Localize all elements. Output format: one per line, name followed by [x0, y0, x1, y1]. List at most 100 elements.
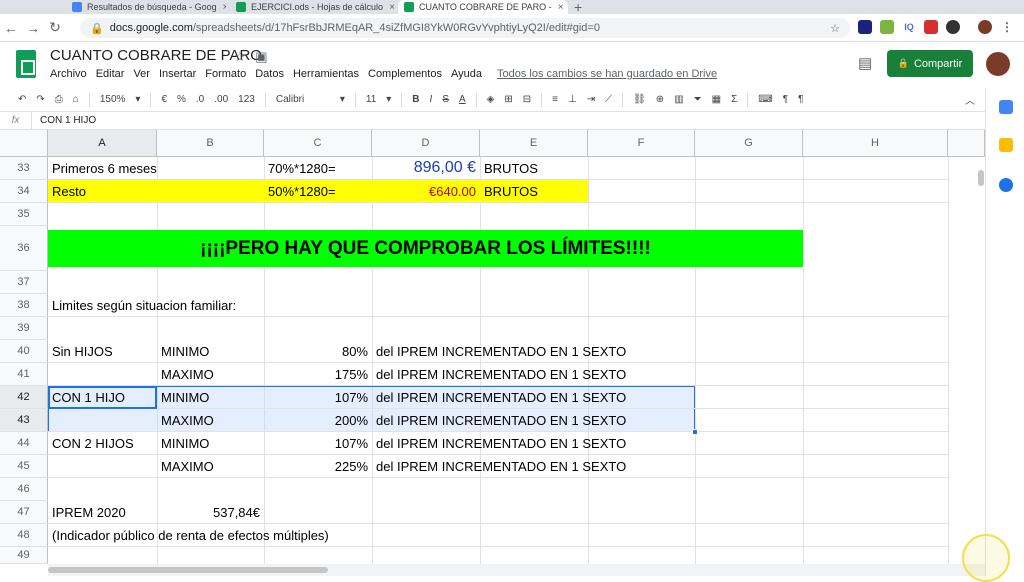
extension-icon[interactable]	[924, 20, 938, 34]
extension-icon[interactable]	[858, 20, 872, 34]
number-format-select[interactable]: 123	[238, 94, 255, 105]
tasks-icon[interactable]	[999, 178, 1013, 192]
row-header[interactable]: 35	[0, 203, 48, 226]
cell-a38[interactable]: Limites según situacion familiar:	[48, 294, 348, 316]
cell-b44[interactable]: MINIMO	[157, 432, 264, 454]
cell-c45[interactable]: 225%	[264, 455, 372, 477]
column-header-d[interactable]: D	[372, 130, 480, 157]
vertical-scrollbar[interactable]	[978, 170, 984, 186]
row-header[interactable]: 45	[0, 455, 48, 478]
text-rotate-icon[interactable]: ⟋	[605, 94, 612, 105]
merge-cells-icon[interactable]: ⊟	[523, 94, 531, 105]
fill-color-icon[interactable]: ◈	[487, 94, 495, 105]
align-horizontal-icon[interactable]: ≡	[552, 94, 558, 105]
rtl-icon[interactable]: ¶	[798, 94, 803, 105]
extension-icon[interactable]	[946, 20, 960, 34]
cell-d45[interactable]: del IPREM INCREMENTADO EN 1 SEXTO	[372, 455, 692, 477]
browser-tab-ejercici[interactable]: EJERCICI.ods - Hojas de cálculo ×	[230, 0, 394, 14]
row-header[interactable]: 38	[0, 294, 48, 317]
cell-c44[interactable]: 107%	[264, 432, 372, 454]
row-header[interactable]: 36	[0, 226, 48, 271]
column-header-g[interactable]: G	[695, 130, 803, 157]
cell-b43[interactable]: MAXIMO	[157, 409, 264, 431]
increase-decimal-button[interactable]: .00	[214, 94, 228, 105]
text-color-button[interactable]: A	[459, 94, 466, 105]
keep-icon[interactable]	[999, 138, 1013, 152]
doc-title[interactable]: CUANTO COBRARE DE PARO	[50, 47, 262, 64]
cell-b47[interactable]: 537,84€	[157, 501, 264, 523]
cell-a48[interactable]: (Indicador público de renta de efectos m…	[48, 524, 448, 546]
menu-herramientas[interactable]: Herramientas	[293, 68, 359, 80]
new-tab-button[interactable]: +	[574, 0, 582, 15]
row-header[interactable]: 44	[0, 432, 48, 455]
column-header-a[interactable]: A	[48, 130, 157, 157]
row-header[interactable]: 42	[0, 386, 48, 409]
star-icon[interactable]: ☆	[234, 49, 246, 64]
cell-a44[interactable]: CON 2 HIJOS	[48, 432, 157, 454]
cell-d43[interactable]: del IPREM INCREMENTADO EN 1 SEXTO	[372, 409, 692, 431]
chevron-down-icon[interactable]: ▾	[135, 94, 140, 105]
back-arrow-icon[interactable]: ←	[0, 20, 22, 36]
cell-d40[interactable]: del IPREM INCREMENTADO EN 1 SEXTO	[372, 340, 692, 362]
close-icon[interactable]: ×	[552, 2, 564, 13]
cell-d41[interactable]: del IPREM INCREMENTADO EN 1 SEXTO	[372, 363, 692, 385]
cell-e33[interactable]: BRUTOS	[480, 157, 588, 179]
row-header[interactable]: 39	[0, 317, 48, 340]
menu-ver[interactable]: Ver	[133, 68, 150, 80]
save-status[interactable]: Todos los cambios se han guardado en Dri…	[497, 68, 717, 80]
cell-c40[interactable]: 80%	[264, 340, 372, 362]
browser-tab-search[interactable]: Resultados de búsqueda - Goog ×	[66, 0, 226, 14]
cell-d34[interactable]: €640.00	[372, 180, 480, 202]
comment-icon[interactable]: ▤	[858, 54, 872, 72]
menu-editar[interactable]: Editar	[96, 68, 125, 80]
share-button[interactable]: 🔒 Compartir	[887, 50, 973, 77]
percent-button[interactable]: %	[177, 94, 186, 105]
chevron-down-icon[interactable]: ▾	[386, 94, 391, 105]
row-header[interactable]: 37	[0, 271, 48, 294]
menu-dots-icon[interactable]: ⋮	[1000, 20, 1014, 34]
comment-add-icon[interactable]: ⊕	[656, 94, 664, 105]
column-header-f[interactable]: F	[588, 130, 695, 157]
reload-icon[interactable]: ↻	[44, 19, 66, 36]
column-header-b[interactable]: B	[157, 130, 264, 157]
text-wrap-icon[interactable]: ⇥	[587, 94, 595, 105]
decrease-decimal-button[interactable]: .0	[196, 94, 204, 105]
row-header[interactable]: 34	[0, 180, 48, 203]
close-icon[interactable]: ×	[383, 2, 394, 13]
align-vertical-icon[interactable]: ⊥	[568, 94, 577, 105]
sheets-logo-icon[interactable]	[16, 50, 36, 78]
cell-b42[interactable]: MINIMO	[157, 386, 264, 408]
ltr-icon[interactable]: ¶	[783, 94, 788, 105]
menu-datos[interactable]: Datos	[255, 68, 284, 80]
warning-banner[interactable]: ¡¡¡¡PERO HAY QUE COMPROBAR LOS LÍMITES!!…	[48, 230, 803, 267]
row-header[interactable]: 41	[0, 363, 48, 386]
currency-button[interactable]: €	[161, 94, 167, 105]
row-header[interactable]: 40	[0, 340, 48, 363]
star-icon[interactable]: ☆	[830, 22, 840, 35]
menu-complementos[interactable]: Complementos	[368, 68, 442, 80]
cell-d44[interactable]: del IPREM INCREMENTADO EN 1 SEXTO	[372, 432, 692, 454]
borders-icon[interactable]: ⊞	[504, 94, 512, 105]
bold-button[interactable]: B	[412, 94, 419, 105]
close-icon[interactable]: ×	[217, 2, 226, 13]
input-tools-icon[interactable]: ⌨	[758, 94, 772, 105]
menu-insertar[interactable]: Insertar	[159, 68, 196, 80]
font-size-select[interactable]: 11	[366, 94, 376, 105]
print-icon[interactable]: ⎙	[55, 94, 63, 105]
cell-a34[interactable]: Resto	[48, 180, 157, 202]
active-cell[interactable]	[48, 386, 157, 409]
undo-icon[interactable]: ↶	[18, 94, 26, 105]
formula-bar[interactable]: fx CON 1 HIJO	[0, 112, 985, 130]
filter-views-icon[interactable]: ▦	[712, 94, 721, 105]
horizontal-scrollbar[interactable]	[48, 564, 985, 576]
zoom-select[interactable]: 150%	[100, 94, 126, 105]
cell-e34[interactable]: BRUTOS	[480, 180, 588, 202]
paint-format-icon[interactable]: ⌂	[73, 94, 79, 105]
extension-icon[interactable]	[880, 20, 894, 34]
functions-icon[interactable]: Σ	[731, 94, 737, 105]
spreadsheet-grid[interactable]: A B C D E F G H 33 34 35 36 37 38 39 40 …	[0, 130, 985, 576]
chart-icon[interactable]: ▥	[674, 94, 683, 105]
menu-formato[interactable]: Formato	[205, 68, 246, 80]
collapse-menu-icon[interactable]: ︿	[965, 92, 975, 107]
cell-b45[interactable]: MAXIMO	[157, 455, 264, 477]
